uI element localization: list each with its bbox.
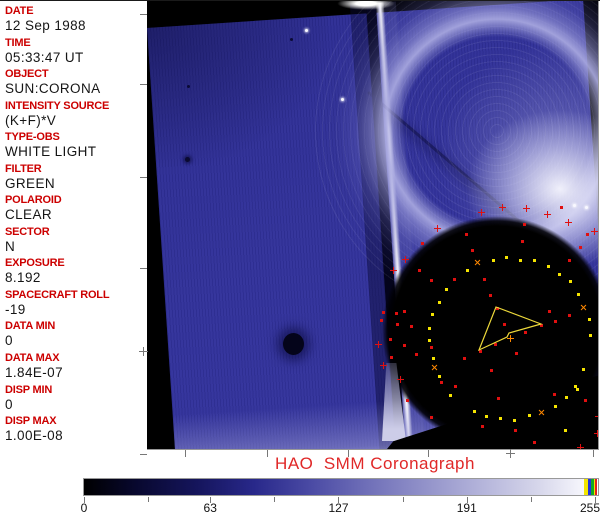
colorbar-reserved-stripe bbox=[591, 479, 594, 495]
metadata-value: -19 bbox=[5, 302, 147, 317]
metadata-value: (K+F)*V bbox=[5, 113, 147, 128]
metadata-panel: DATE12 Sep 1988TIME05:33:47 UTOBJECTSUN:… bbox=[0, 1, 147, 449]
metadata-value: 12 Sep 1988 bbox=[5, 18, 147, 33]
metadata-value: CLEAR bbox=[5, 207, 147, 222]
left-axis-tick bbox=[140, 177, 147, 178]
metadata-label: SPACECRAFT ROLL bbox=[5, 288, 147, 302]
metadata-label: FILTER bbox=[5, 162, 147, 176]
left-axis-tick bbox=[140, 268, 147, 269]
metadata-label: DISP MAX bbox=[5, 414, 147, 428]
colorbar-minor-tick bbox=[274, 497, 275, 502]
metadata-row: DATA MIN0 bbox=[5, 319, 147, 351]
metadata-label: DISP MIN bbox=[5, 383, 147, 397]
metadata-row: EXPOSURE8.192 bbox=[5, 256, 147, 288]
metadata-row: TIME05:33:47 UT bbox=[5, 36, 147, 68]
metadata-row: FILTERGREEN bbox=[5, 162, 147, 194]
metadata-value: 8.192 bbox=[5, 270, 147, 285]
metadata-value: SUN:CORONA bbox=[5, 81, 147, 96]
colorbar-tick-label: 191 bbox=[457, 501, 477, 513]
colorbar-reserved-stripe bbox=[588, 479, 591, 495]
colorbar-minor-tick bbox=[403, 497, 404, 502]
metadata-value: WHITE LIGHT bbox=[5, 144, 147, 159]
metadata-row: DISP MAX1.00E-08 bbox=[5, 414, 147, 446]
left-axis-tick bbox=[140, 84, 147, 85]
metadata-value: GREEN bbox=[5, 176, 147, 191]
left-axis-tick bbox=[140, 454, 147, 455]
colorbar-reserved-stripe bbox=[594, 479, 595, 495]
metadata-value: 1.84E-07 bbox=[5, 365, 147, 380]
colorbar-minor-tick bbox=[148, 497, 149, 502]
metadata-row: SPACECRAFT ROLL-19 bbox=[5, 288, 147, 320]
colorbar-tick-label: 63 bbox=[204, 501, 217, 513]
metadata-label: DATE bbox=[5, 4, 147, 18]
metadata-label: DATA MIN bbox=[5, 319, 147, 333]
metadata-row: DISP MIN0 bbox=[5, 383, 147, 415]
metadata-label: TYPE-OBS bbox=[5, 130, 147, 144]
colorbar bbox=[83, 478, 599, 496]
metadata-value: 05:33:47 UT bbox=[5, 50, 147, 65]
polygon-outline bbox=[479, 307, 541, 350]
colorbar-reserved-stripe bbox=[584, 479, 588, 495]
coronagraph-image bbox=[147, 1, 599, 450]
metadata-row: SECTORN bbox=[5, 225, 147, 257]
plot-title: HAO SMM Coronagraph bbox=[150, 454, 600, 474]
left-axis-tick bbox=[140, 14, 147, 15]
metadata-label: POLAROID bbox=[5, 193, 147, 207]
metadata-row: TYPE-OBSWHITE LIGHT bbox=[5, 130, 147, 162]
metadata-label: DATA MAX bbox=[5, 351, 147, 365]
metadata-row: INTENSITY SOURCE(K+F)*V bbox=[5, 99, 147, 131]
colorbar-minor-tick bbox=[531, 497, 532, 502]
metadata-label: SECTOR bbox=[5, 225, 147, 239]
metadata-row: DATE12 Sep 1988 bbox=[5, 4, 147, 36]
annotation-polygon bbox=[147, 1, 598, 449]
metadata-label: EXPOSURE bbox=[5, 256, 147, 270]
metadata-label: TIME bbox=[5, 36, 147, 50]
metadata-row: DATA MAX1.84E-07 bbox=[5, 351, 147, 383]
coronagraph-viewer: DATE12 Sep 1988TIME05:33:47 UTOBJECTSUN:… bbox=[0, 0, 600, 513]
metadata-row: POLAROIDCLEAR bbox=[5, 193, 147, 225]
metadata-value: 0 bbox=[5, 397, 147, 412]
colorbar-tick-label: 0 bbox=[81, 501, 88, 513]
metadata-value: 0 bbox=[5, 333, 147, 348]
metadata-label: INTENSITY SOURCE bbox=[5, 99, 147, 113]
colorbar-tick-label: 255 bbox=[580, 501, 600, 513]
metadata-value: N bbox=[5, 239, 147, 254]
left-axis-plus bbox=[139, 347, 148, 356]
metadata-row: OBJECTSUN:CORONA bbox=[5, 67, 147, 99]
colorbar-reserved-stripe bbox=[595, 479, 597, 495]
metadata-label: OBJECT bbox=[5, 67, 147, 81]
colorbar-tick-label: 127 bbox=[328, 501, 348, 513]
metadata-value: 1.00E-08 bbox=[5, 428, 147, 443]
